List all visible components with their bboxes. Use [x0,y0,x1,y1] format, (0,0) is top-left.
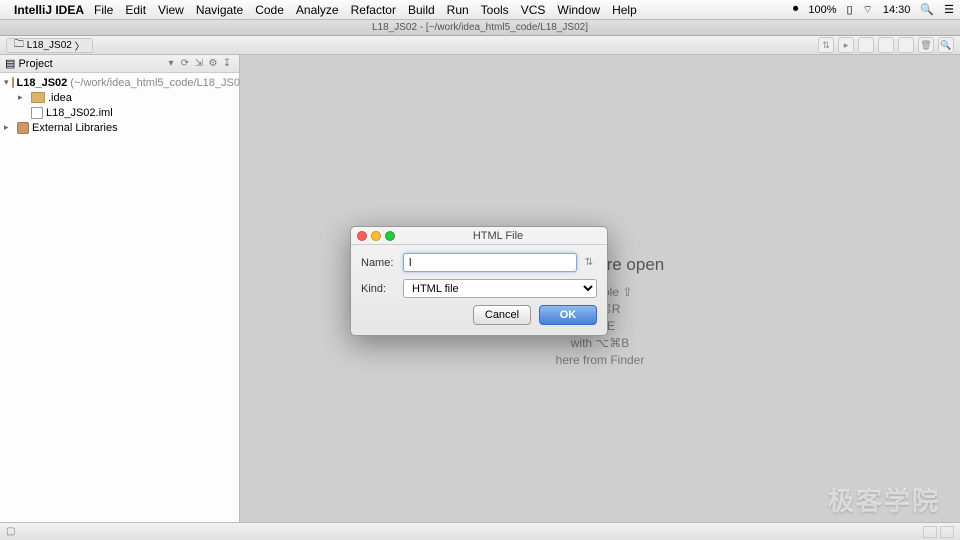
status-bar: ▢ [0,522,960,540]
new-html-file-dialog: HTML File Name: ⇅ Kind: HTML file Cancel… [350,226,608,336]
close-icon[interactable] [357,231,367,241]
wifi-icon[interactable]: ⌔ [863,3,873,17]
welcome-hint: here from Finder [536,353,665,367]
menu-run[interactable]: Run [447,3,469,17]
clock[interactable]: 14:30 [883,4,911,16]
welcome-hint: with ⌥⌘B [536,336,665,350]
toolbar-btn-2[interactable] [878,37,894,53]
chevron-right-icon[interactable]: ▸ [4,122,14,133]
menu-window[interactable]: Window [557,3,600,17]
tree-idea-dir[interactable]: ▸ .idea [0,90,239,105]
mac-menubar: IntelliJ IDEA File Edit View Navigate Co… [0,0,960,20]
chevron-down-icon[interactable]: ▾ [4,77,9,88]
project-tree: ▾ L18_JS02 (~/work/idea_html5_code/L18_J… [0,73,239,137]
tree-external-libs[interactable]: ▸ External Libraries [0,120,239,135]
updown-icon[interactable]: ⇅ [581,257,597,268]
minimize-icon[interactable] [371,231,381,241]
menu-refactor[interactable]: Refactor [351,3,396,17]
ok-button[interactable]: OK [539,305,597,325]
sidebar-collapse-icon[interactable]: ⇲ [192,58,206,69]
kind-select[interactable]: HTML file [403,279,597,298]
dialog-titlebar[interactable]: HTML File [351,227,607,245]
menu-analyze[interactable]: Analyze [296,3,339,17]
menu-edit[interactable]: Edit [125,3,146,17]
toolbar-btn-1[interactable] [858,37,874,53]
zoom-icon[interactable] [385,231,395,241]
project-tab-icon: ▤ [5,57,15,70]
tree-iml-file[interactable]: L18_JS02.iml [0,105,239,120]
menu-file[interactable]: File [94,3,113,17]
dialog-title: HTML File [395,230,601,242]
name-input[interactable] [403,253,577,272]
window-title: L18_JS02 - [~/work/idea_html5_code/L18_J… [0,20,960,36]
battery-icon[interactable]: ▯ [846,3,852,16]
folder-icon [12,77,14,88]
toolbar-btn-3[interactable] [898,37,914,53]
app-name[interactable]: IntelliJ IDEA [14,3,84,17]
screencast-icon[interactable]: ⏺ [793,3,799,16]
folder-icon [31,92,45,103]
watermark: 极客学院 [828,481,940,518]
library-icon [17,122,29,134]
status-icon[interactable]: ▢ [6,526,15,537]
breadcrumb-bar: 🗀 L18_JS02 〉 ⇅ ▸ 🗑 🔍 [0,36,960,55]
menu-build[interactable]: Build [408,3,435,17]
sidebar-hide-icon[interactable]: ↧ [220,58,234,69]
menu-tools[interactable]: Tools [481,3,509,17]
file-icon [31,107,43,119]
menu-code[interactable]: Code [255,3,284,17]
menu-icon[interactable]: ☰ [944,3,954,16]
menu-navigate[interactable]: Navigate [196,3,243,17]
name-label: Name: [361,257,403,269]
folder-icon: 🗀 [14,37,24,54]
project-sidebar: ▤ Project ▾ ⟳ ⇲ ⚙ ↧ ▾ L18_JS02 (~/work/i… [0,55,240,522]
menu-help[interactable]: Help [612,3,637,17]
tree-root[interactable]: ▾ L18_JS02 (~/work/idea_html5_code/L18_J… [0,75,239,90]
sidebar-dropdown-icon[interactable]: ▾ [164,58,178,69]
menu-view[interactable]: View [158,3,184,17]
status-lock-icon[interactable] [923,526,937,538]
toolbar-run-icon[interactable]: ▸ [838,37,854,53]
status-panel-icon[interactable] [940,526,954,538]
toolbar-sort-icon[interactable]: ⇅ [818,37,834,53]
sidebar-sync-icon[interactable]: ⟳ [178,58,192,69]
toolbar-trash-icon[interactable]: 🗑 [918,37,934,53]
spotlight-icon[interactable]: 🔍 [920,3,934,16]
battery-pct: 100% [808,4,836,16]
chevron-right-icon[interactable]: ▸ [18,92,28,103]
toolbar-search-icon[interactable]: 🔍 [938,37,954,53]
kind-label: Kind: [361,283,403,295]
sidebar-settings-icon[interactable]: ⚙ [206,58,220,69]
sidebar-header[interactable]: ▤ Project ▾ ⟳ ⇲ ⚙ ↧ [0,55,239,73]
breadcrumb-chip[interactable]: 🗀 L18_JS02 〉 [6,38,93,53]
cancel-button[interactable]: Cancel [473,305,531,325]
menu-vcs[interactable]: VCS [521,3,546,17]
